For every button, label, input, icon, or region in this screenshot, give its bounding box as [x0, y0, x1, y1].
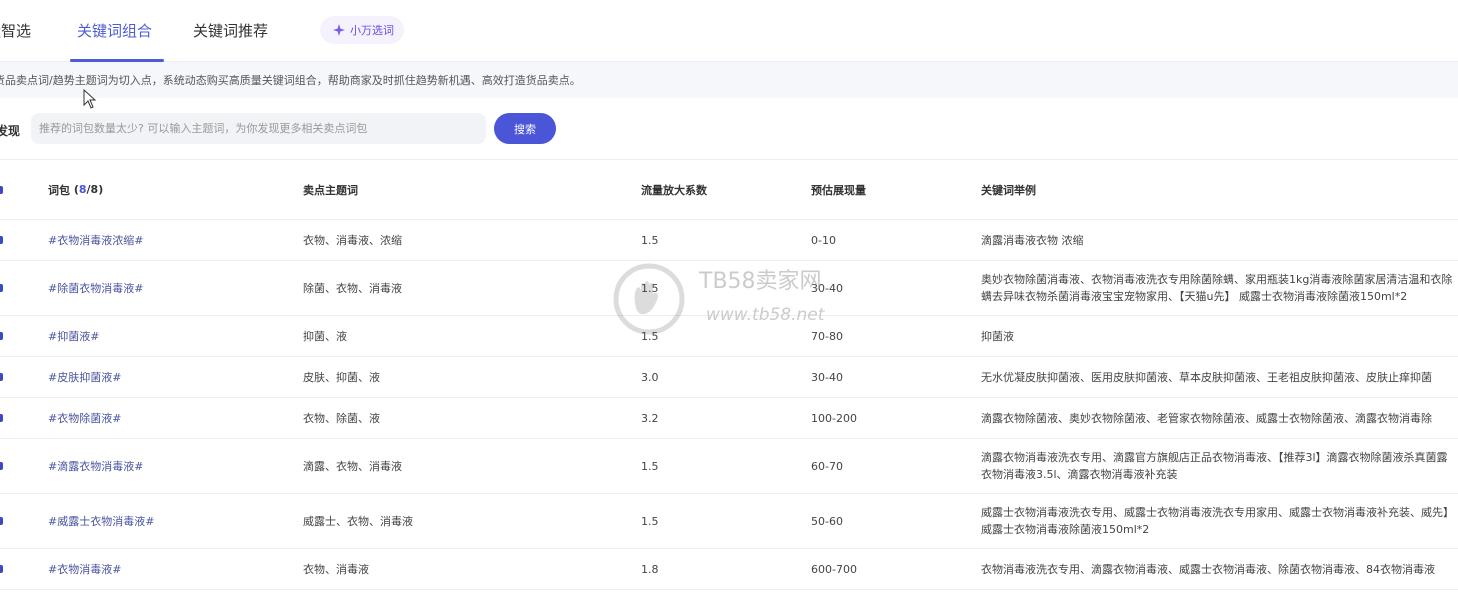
info-text: 货品卖点词/趋势主题词为切入点，系统动态购买高质量关键词组合，帮助商家及时抓住趋…	[0, 74, 581, 87]
checkbox-icon[interactable]	[0, 517, 3, 525]
exposure-cell: 600-700	[811, 562, 857, 576]
example-text: 滴露消毒液衣物 浓缩	[981, 233, 1084, 247]
example-text: 滴露衣物消毒液洗衣专用、滴露官方旗舰店正品衣物消毒液、【推荐3l】滴露衣物除菌液…	[981, 451, 1448, 481]
header-package: 词包 (8/8)	[48, 160, 103, 219]
package-tag[interactable]: #衣物除菌液#	[48, 398, 121, 438]
factor-cell: 1.5	[641, 329, 659, 343]
arrow-cursor-icon	[83, 89, 97, 109]
tab-smart-select[interactable]: 量智选	[0, 21, 31, 41]
theme-cell: 衣物、除菌、液	[303, 412, 380, 425]
table-row[interactable]: #皮肤抑菌液# 皮肤、抑菌、液 3.0 30-40 无水优凝皮肤抑菌液、医用皮肤…	[0, 357, 1458, 398]
table-header-row: 词包 (8/8) 卖点主题词 流量放大系数 预估展现量 关键词举例	[0, 160, 1458, 220]
tab-bar: 量智选 关键词组合 关键词推荐 小万选词	[0, 0, 1458, 62]
watermark-url: www.tb58.net	[706, 305, 825, 325]
badge-label: 小万选词	[350, 24, 394, 37]
keyword-package-table: 词包 (8/8) 卖点主题词 流量放大系数 预估展现量 关键词举例 #衣物消毒液…	[0, 159, 1458, 590]
checkbox-icon[interactable]	[0, 332, 3, 340]
checkbox-icon[interactable]	[0, 284, 3, 292]
factor-cell: 1.5	[641, 281, 659, 295]
package-tag[interactable]: #抑菌液#	[48, 316, 99, 356]
header-exposure: 预估展现量	[811, 183, 866, 197]
example-cell: 无水优凝皮肤抑菌液、医用皮肤抑菌液、草本皮肤抑菌液、王老祖皮肤抑菌液、皮肤止痒抑…	[981, 357, 1458, 397]
header-count-selected: 8	[78, 183, 87, 196]
checkbox-icon[interactable]	[0, 236, 3, 244]
example-text: 威露士衣物消毒液洗衣专用、威露士衣物消毒液洗衣专用家用、威露士衣物消毒液补充装、…	[981, 506, 1454, 536]
table-row[interactable]: #滴露衣物消毒液# 滴露、衣物、消毒液 1.5 60-70 滴露衣物消毒液洗衣专…	[0, 439, 1458, 494]
checkbox-icon[interactable]	[0, 462, 3, 470]
factor-cell: 1.5	[641, 459, 659, 473]
xiaowan-badge[interactable]: 小万选词	[320, 16, 404, 44]
example-text: 抑菌液	[981, 329, 1014, 343]
watermark-title: TB58卖家网	[699, 269, 822, 294]
example-cell: 滴露衣物消毒液洗衣专用、滴露官方旗舰店正品衣物消毒液、【推荐3l】滴露衣物除菌液…	[981, 439, 1458, 493]
theme-cell: 滴露、衣物、消毒液	[303, 460, 402, 473]
info-banner: 货品卖点词/趋势主题词为切入点，系统动态购买高质量关键词组合，帮助商家及时抓住趋…	[0, 62, 1458, 98]
theme-cell: 皮肤、抑菌、液	[303, 371, 380, 384]
example-cell: 抑菌液	[981, 316, 1458, 356]
example-cell: 滴露消毒液衣物 浓缩	[981, 220, 1458, 260]
example-cell: 衣物消毒液洗衣专用、滴露衣物消毒液、威露士衣物消毒液、除菌衣物消毒液、84衣物消…	[981, 549, 1458, 589]
package-tag[interactable]: #皮肤抑菌液#	[48, 357, 121, 397]
header-package-label: 词包	[48, 183, 70, 197]
exposure-cell: 100-200	[811, 411, 857, 425]
header-count-total: /8)	[86, 183, 104, 196]
checkbox-icon[interactable]	[0, 185, 3, 194]
theme-cell: 衣物、消毒液、浓缩	[303, 234, 402, 247]
exposure-cell: 0-10	[811, 233, 836, 247]
factor-cell: 1.5	[641, 514, 659, 528]
exposure-cell: 50-60	[811, 514, 843, 528]
theme-cell: 除菌、衣物、消毒液	[303, 282, 402, 295]
checkbox-icon[interactable]	[0, 414, 3, 422]
factor-cell: 1.5	[641, 233, 659, 247]
example-text: 衣物消毒液洗衣专用、滴露衣物消毒液、威露士衣物消毒液、除菌衣物消毒液、84衣物消…	[981, 562, 1435, 576]
table-row[interactable]: #衣物消毒液浓缩# 衣物、消毒液、浓缩 1.5 0-10 滴露消毒液衣物 浓缩	[0, 220, 1458, 261]
package-tag[interactable]: #衣物消毒液#	[48, 549, 121, 589]
table-row[interactable]: #衣物除菌液# 衣物、除菌、液 3.2 100-200 滴露衣物除菌液、奥妙衣物…	[0, 398, 1458, 439]
exposure-cell: 60-70	[811, 459, 843, 473]
theme-cell: 抑菌、液	[303, 330, 347, 343]
package-tag[interactable]: #除菌衣物消毒液#	[48, 261, 143, 315]
search-input[interactable]	[31, 113, 486, 144]
table-row[interactable]: #衣物消毒液# 衣物、消毒液 1.8 600-700 衣物消毒液洗衣专用、滴露衣…	[0, 549, 1458, 590]
search-label: 发现	[0, 124, 21, 138]
example-text: 无水优凝皮肤抑菌液、医用皮肤抑菌液、草本皮肤抑菌液、王老祖皮肤抑菌液、皮肤止痒抑…	[981, 370, 1432, 384]
example-cell: 威露士衣物消毒液洗衣专用、威露士衣物消毒液洗衣专用家用、威露士衣物消毒液补充装、…	[981, 494, 1458, 548]
example-cell: 奥妙衣物除菌消毒液、衣物消毒液洗衣专用除菌除螨、家用瓶装1kg消毒液除菌家居清洁…	[981, 261, 1458, 315]
search-button[interactable]: 搜索	[494, 113, 556, 144]
example-cell: 滴露衣物除菌液、奥妙衣物除菌液、老管家衣物除菌液、威露士衣物除菌液、滴露衣物消毒…	[981, 398, 1458, 438]
checkbox-icon[interactable]	[0, 565, 3, 573]
header-theme: 卖点主题词	[303, 183, 358, 197]
example-text: 滴露衣物除菌液、奥妙衣物除菌液、老管家衣物除菌液、威露士衣物除菌液、滴露衣物消毒…	[981, 411, 1432, 425]
factor-cell: 3.2	[641, 411, 659, 425]
tab-keyword-recommend[interactable]: 关键词推荐	[193, 21, 268, 41]
header-factor: 流量放大系数	[641, 183, 707, 197]
factor-cell: 1.8	[641, 562, 659, 576]
header-example: 关键词举例	[981, 183, 1036, 197]
package-tag[interactable]: #衣物消毒液浓缩#	[48, 220, 143, 260]
theme-cell: 威露士、衣物、消毒液	[303, 515, 413, 528]
tab-keyword-combo[interactable]: 关键词组合	[77, 21, 152, 41]
exposure-cell: 30-40	[811, 370, 843, 384]
table-row[interactable]: #威露士衣物消毒液# 威露士、衣物、消毒液 1.5 50-60 威露士衣物消毒液…	[0, 494, 1458, 549]
checkbox-icon[interactable]	[0, 373, 3, 381]
example-text: 奥妙衣物除菌消毒液、衣物消毒液洗衣专用除菌除螨、家用瓶装1kg消毒液除菌家居清洁…	[981, 273, 1453, 303]
package-tag[interactable]: #滴露衣物消毒液#	[48, 439, 143, 493]
sparkle-icon	[333, 24, 345, 36]
theme-cell: 衣物、消毒液	[303, 563, 369, 576]
package-tag[interactable]: #威露士衣物消毒液#	[48, 494, 154, 548]
factor-cell: 3.0	[641, 370, 659, 384]
